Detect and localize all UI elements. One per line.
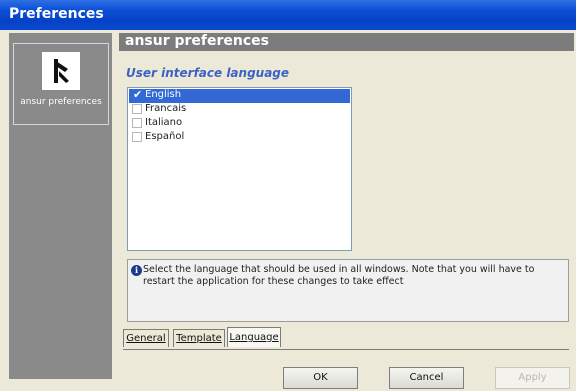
preferences-window: Preferences ansur preferences ansur pref… (0, 0, 576, 391)
cancel-button[interactable]: Cancel (389, 367, 464, 389)
tab-divider (123, 349, 569, 350)
language-label: Español (145, 131, 185, 142)
language-item-espanol[interactable]: Español (129, 131, 350, 145)
language-list[interactable]: ✔ English Francais Italiano Español (127, 87, 352, 251)
window-title: Preferences (9, 6, 104, 22)
language-item-francais[interactable]: Francais (129, 103, 350, 117)
tab-general[interactable]: General (123, 329, 169, 347)
tab-label: Template (176, 333, 222, 344)
title-bar[interactable]: Preferences (0, 0, 576, 30)
content-panel: ansur preferences User interface languag… (119, 33, 574, 391)
ok-button[interactable]: OK (283, 367, 358, 389)
language-checkbox[interactable] (132, 132, 142, 142)
section-title: User interface language (126, 66, 290, 80)
language-checkbox[interactable] (132, 118, 142, 128)
info-box: i Select the language that should be use… (127, 259, 569, 322)
language-label: English (145, 89, 182, 100)
checkmark-icon: ✔ (133, 88, 143, 101)
tab-label: Language (229, 332, 279, 343)
language-label: Francais (145, 103, 187, 114)
sidebar: ansur preferences (9, 33, 112, 379)
language-label: Italiano (145, 117, 183, 128)
tab-label: General (126, 333, 166, 344)
apply-button[interactable]: Apply (495, 367, 570, 389)
ansur-logo-icon (42, 52, 80, 90)
language-checkbox[interactable] (132, 104, 142, 114)
info-text: Select the language that should be used … (143, 264, 535, 287)
panel-header: ansur preferences (119, 33, 574, 51)
sidebar-item-ansur-preferences[interactable]: ansur preferences (13, 43, 109, 125)
language-item-italiano[interactable]: Italiano (129, 117, 350, 131)
language-item-english[interactable]: ✔ English (129, 88, 350, 103)
sidebar-item-label: ansur preferences (20, 97, 102, 107)
tab-language[interactable]: Language (227, 327, 281, 347)
info-icon: i (131, 265, 142, 276)
panel-header-title: ansur preferences (125, 33, 269, 49)
tab-template[interactable]: Template (173, 329, 225, 347)
